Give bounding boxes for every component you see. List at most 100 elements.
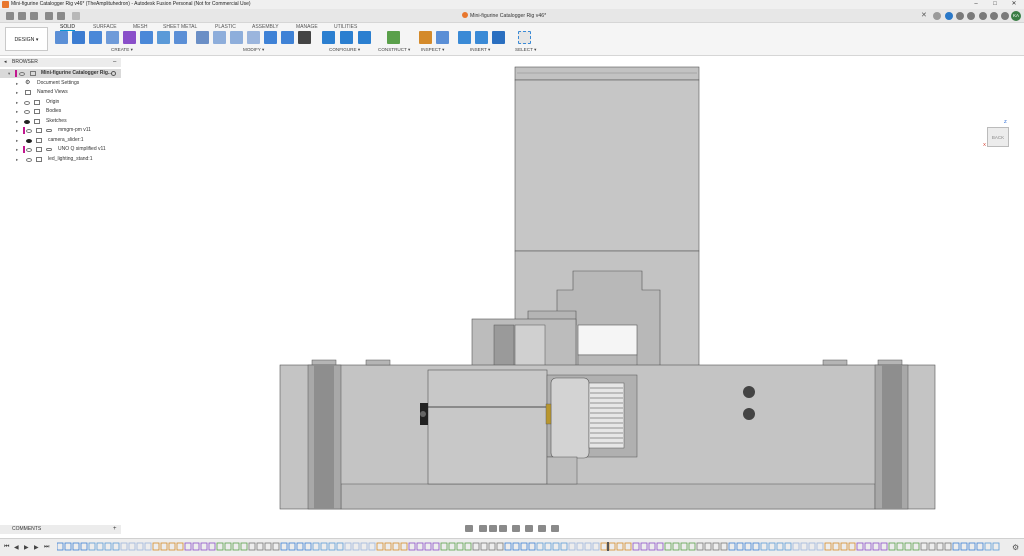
visibility-eye-icon[interactable] [24, 109, 30, 114]
help-icon[interactable] [1001, 12, 1009, 20]
configure-group-label[interactable]: CONFIGURE ▾ [329, 47, 360, 53]
grid-settings-icon[interactable] [538, 525, 546, 532]
activate-radio-icon[interactable] [111, 71, 116, 76]
maximize-button[interactable]: □ [985, 0, 1005, 9]
tab-solid[interactable]: SOLID [60, 24, 76, 31]
browser-item-led-lighting-stand[interactable]: ▸ led_lighting_stand:1 [0, 155, 121, 164]
shell-icon[interactable] [247, 31, 260, 44]
expand-arrow-icon[interactable]: ▾ [8, 69, 10, 78]
new-sketch-icon[interactable] [55, 31, 68, 44]
viewports-icon[interactable] [551, 525, 559, 532]
save-icon[interactable] [45, 12, 53, 20]
step-back-icon[interactable]: ◀ [14, 544, 19, 551]
new-tab-icon[interactable] [933, 12, 941, 20]
move-copy-icon[interactable] [298, 31, 311, 44]
tab-utilities[interactable]: UTILITIES [334, 24, 357, 30]
sweep-icon[interactable] [106, 31, 119, 44]
canvas-viewport[interactable]: Z BACK X [0, 56, 1024, 522]
look-at-icon[interactable] [479, 525, 487, 532]
visibility-eye-icon[interactable] [26, 147, 32, 152]
visibility-eye-icon[interactable] [24, 119, 30, 124]
pan-icon[interactable] [489, 525, 497, 532]
extrude-icon[interactable] [72, 31, 85, 44]
visibility-eye-icon[interactable] [24, 100, 30, 105]
timeline-settings-gear-icon[interactable]: ⚙ [1012, 543, 1019, 552]
browser-item-origin[interactable]: ▸ Origin [0, 98, 121, 107]
construct-group-label[interactable]: CONSTRUCT ▾ [378, 47, 410, 53]
insert-group-label[interactable]: INSERT ▾ [470, 47, 490, 53]
tab-manage[interactable]: MANAGE [296, 24, 318, 30]
file-menu-icon[interactable] [30, 12, 38, 20]
combine-icon[interactable] [264, 31, 277, 44]
job-status-icon[interactable] [956, 12, 964, 20]
select-icon[interactable] [518, 31, 531, 44]
fillet-icon[interactable] [213, 31, 226, 44]
display-settings-icon[interactable] [525, 525, 533, 532]
expand-arrow-icon[interactable]: ▸ [16, 88, 18, 97]
minimize-button[interactable]: – [966, 0, 986, 9]
browser-item-bodies[interactable]: ▸ Bodies [0, 107, 121, 116]
add-comment-button[interactable]: + [113, 525, 117, 534]
collapse-icon[interactable]: ◂ [4, 58, 7, 67]
expand-arrow-icon[interactable]: ▸ [16, 107, 18, 116]
close-document-button[interactable]: ✕ [921, 11, 927, 19]
expand-arrow-icon[interactable]: ▸ [16, 136, 18, 145]
tab-assembly[interactable]: ASSEMBLY [252, 24, 279, 30]
create-group-label[interactable]: CREATE ▾ [111, 47, 133, 53]
expand-arrow-icon[interactable]: ▸ [16, 79, 18, 88]
close-window-button[interactable]: ✕ [1004, 0, 1024, 9]
go-to-start-icon[interactable]: ⏮ [4, 544, 9, 551]
grid-menu-icon[interactable] [18, 12, 26, 20]
insert-canvas-icon[interactable] [475, 31, 488, 44]
split-body-icon[interactable] [281, 31, 294, 44]
comments-panel-header[interactable]: COMMENTS + [0, 525, 121, 534]
pattern-icon[interactable] [157, 31, 170, 44]
section-analysis-icon[interactable] [436, 31, 449, 44]
visibility-eye-icon[interactable] [26, 157, 32, 162]
home-icon[interactable] [6, 12, 14, 20]
notifications-icon[interactable] [967, 12, 975, 20]
workspace-switcher[interactable]: DESIGN ▾ [5, 27, 48, 51]
viewcube[interactable]: BACK [987, 127, 1009, 147]
play-icon[interactable]: ▶ [24, 544, 29, 551]
revolve-icon[interactable] [89, 31, 102, 44]
expand-arrow-icon[interactable]: ▸ [16, 155, 18, 164]
visibility-eye-icon[interactable] [26, 138, 32, 143]
undo-icon[interactable] [57, 12, 65, 20]
insert-mesh-icon[interactable] [492, 31, 505, 44]
insert-derive-icon[interactable] [458, 31, 471, 44]
measure-icon[interactable] [419, 31, 432, 44]
expand-arrow-icon[interactable]: ▸ [16, 117, 18, 126]
step-forward-icon[interactable]: ▶ [34, 544, 39, 551]
mirror-icon[interactable] [174, 31, 187, 44]
visibility-eye-icon[interactable] [26, 128, 32, 133]
offset-plane-icon[interactable] [387, 31, 400, 44]
fit-icon[interactable] [512, 525, 520, 532]
browser-minimize-button[interactable]: – [113, 58, 116, 67]
configure-table-icon[interactable] [322, 31, 335, 44]
expand-arrow-icon[interactable]: ▸ [16, 126, 18, 135]
browser-header[interactable]: ◂ BROWSER – [0, 58, 121, 67]
select-group-label[interactable]: SELECT ▾ [515, 47, 536, 53]
configure-theme-icon[interactable] [358, 31, 371, 44]
zoom-icon[interactable] [499, 525, 507, 532]
press-pull-icon[interactable] [196, 31, 209, 44]
go-to-end-icon[interactable]: ⏭ [44, 544, 49, 551]
inspect-group-label[interactable]: INSPECT ▾ [421, 47, 444, 53]
bell-icon[interactable] [990, 12, 998, 20]
browser-item-sketches[interactable]: ▸ Sketches [0, 117, 121, 126]
browser-root-item[interactable]: ▾ Mini-figurine Catalogger Rig... [0, 69, 121, 78]
orbit-icon[interactable] [465, 525, 473, 532]
tab-plastic[interactable]: PLASTIC [215, 24, 236, 30]
form-icon[interactable] [123, 31, 136, 44]
configure-rule-icon[interactable] [340, 31, 353, 44]
redo-icon[interactable] [72, 12, 80, 20]
tab-surface[interactable]: SURFACE [93, 24, 117, 30]
tab-sheet-metal[interactable]: SHEET METAL [163, 24, 197, 30]
browser-item-mmgm-pm[interactable]: ▸ mmgm-pm v11 [0, 126, 121, 135]
browser-item-uno-q[interactable]: ▸ UNO Q simplified v11 [0, 145, 121, 154]
visibility-eye-icon[interactable] [19, 71, 25, 76]
online-status-icon[interactable] [979, 12, 987, 20]
chamfer-icon[interactable] [230, 31, 243, 44]
timeline-track[interactable] [57, 542, 1007, 551]
